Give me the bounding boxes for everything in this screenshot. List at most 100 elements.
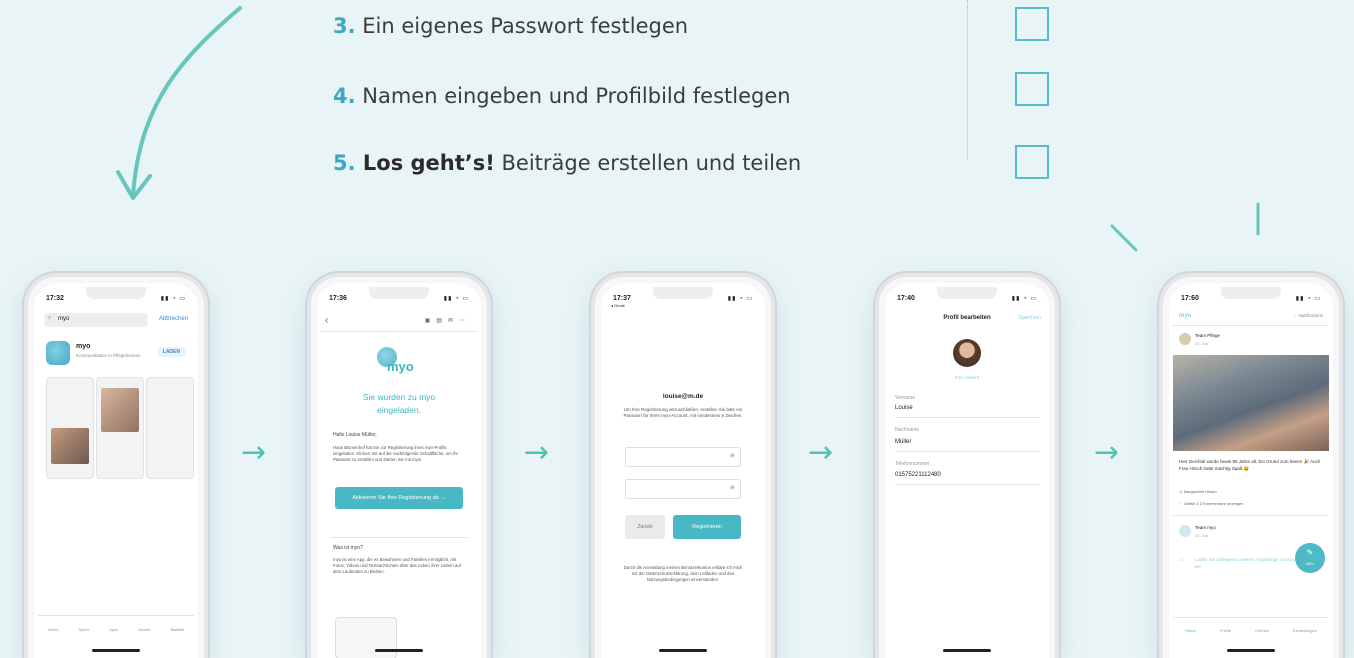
change-photo-link[interactable]: Foto ändern (889, 375, 1045, 380)
divider (331, 537, 467, 538)
tab-arcade[interactable]: Arcade (138, 627, 151, 632)
likes-text: Gefällt 3 2 Kommentare anzeigen (1183, 501, 1244, 506)
status-time: 17:37 (613, 295, 631, 302)
divider (321, 331, 477, 332)
what-body: myo ist eine App, die es Bewohnern und F… (333, 557, 461, 574)
firstname-field[interactable]: Louise (895, 405, 913, 411)
phone-field[interactable]: 01575221112480 (895, 472, 941, 478)
status-icons: ▮▮ ◔ ▭ (727, 296, 753, 302)
tab-settings[interactable]: Einstellungen (1293, 628, 1317, 633)
status-icons: ▮▮ ◔ ▭ (160, 296, 186, 302)
phone-label: Telefonnummer (895, 461, 930, 467)
checkbox-step-5[interactable] (1015, 145, 1049, 179)
sparkle-lines-icon (1110, 202, 1260, 252)
status-icons: ▮▮ ◔ ▭ (443, 296, 469, 302)
step-4: 4. Namen eingeben und Profilbild festleg… (333, 84, 791, 108)
phone-feed: 17:60 ▮▮ ◔ ▭ myo ♢ Notifications Team Pf… (1163, 277, 1339, 658)
greeting: Hallo Louise Müller, (333, 432, 377, 438)
invite-text: Laden Sie unbegrenzt weitere Angehörige … (1195, 557, 1295, 569)
lastname-field[interactable]: Müller (895, 439, 911, 445)
arrow-right-icon: → (808, 435, 834, 470)
register-button[interactable]: Registrieren (673, 515, 741, 539)
tab-profile[interactable]: Profile (1220, 628, 1231, 633)
tab-home[interactable]: Home (1185, 628, 1196, 633)
search-input[interactable]: ⌕ myo (44, 313, 148, 327)
home-indicator (943, 649, 991, 652)
invite-body: Haus Blumenhof hat Sie zur Registrierung… (333, 445, 458, 462)
divider (895, 484, 1039, 485)
step-emphasis: Los geht’s! (355, 151, 495, 175)
legal-text: Durch die Anmeldung meines Benutzerkonto… (623, 565, 743, 582)
home-indicator (375, 649, 423, 652)
new-label: NEU (1305, 561, 1315, 566)
arrow-right-icon: → (1094, 435, 1120, 470)
arrow-right-icon: → (241, 435, 267, 470)
status-icons: ▮▮ ◔ ▭ (1011, 296, 1037, 302)
phone-password: 17:37 ◂ Gmail ▮▮ ◔ ▭ louise@m.de Um Ihre… (595, 277, 771, 658)
notifications-label: Notifications (1298, 313, 1323, 318)
back-to-gmail[interactable]: ◂ Gmail (611, 303, 625, 308)
checkbox-step-4[interactable] (1015, 72, 1049, 106)
back-icon[interactable]: ‹ (325, 315, 328, 326)
post-date: 20. Juli (1195, 533, 1208, 538)
toolbar-icons[interactable]: ▣▤✉⋯ (425, 317, 471, 324)
status-time: 17:40 (897, 295, 915, 302)
invite-heading: Sie wurden zu myo eingeladen. (362, 392, 436, 415)
tab-bar: Heute Spiele Apps Arcade Suchen (38, 615, 194, 642)
status-time: 17:32 (46, 295, 64, 302)
phone-app-store: 17:32 ▮▮ ◔ ▭ ⌕ myo Abbrechen myo Kommuni… (28, 277, 204, 658)
what-heading: Was ist myo? (333, 545, 363, 551)
app-name: myo (76, 343, 91, 350)
myo-logo-text: myo (1179, 313, 1192, 319)
password-confirm-field[interactable]: ◉ (625, 479, 741, 499)
cancel-link[interactable]: Abbrechen (159, 316, 188, 322)
checkbox-step-3[interactable] (1015, 7, 1049, 41)
phone-profile-edit: 17:40 ▮▮ ◔ ▭ Profil bearbeiten Speichern… (879, 277, 1055, 658)
invite-banner[interactable]: ☺ Laden Sie unbegrenzt weitere Angehörige… (1179, 557, 1299, 570)
tab-services[interactable]: Dienste (1255, 628, 1269, 633)
phone-email-invite: 17:36 ▮▮ ◔ ▭ ‹ ▣▤✉⋯ myo Sie wurden zu my… (311, 277, 487, 658)
notifications-link[interactable]: ♢ Notifications (1293, 313, 1323, 319)
pencil-icon: ✎ (1306, 548, 1314, 557)
post-text: Herr Deichtal wurde heute 95 Jahre alt. … (1179, 459, 1321, 471)
phone-notch (653, 287, 713, 299)
activate-button[interactable]: Aktivieren Sie Ihre Registrierung ab → (335, 487, 463, 509)
person-icon: ♙ (1179, 489, 1183, 494)
get-button[interactable]: LADEN (156, 347, 186, 357)
home-indicator (659, 649, 707, 652)
divider (895, 451, 1039, 452)
screenshot-3 (146, 377, 194, 479)
tab-today[interactable]: Heute (48, 627, 59, 632)
lastname-label: Nachname (895, 427, 920, 433)
tab-search[interactable]: Suchen (171, 627, 185, 632)
back-button[interactable]: Zurück (625, 515, 665, 539)
search-icon: ⌕ (48, 315, 52, 321)
instructions: Um Ihre Registrierung abzuschließen, ers… (623, 407, 743, 418)
status-time: 17:60 (1181, 295, 1199, 302)
status-time: 17:36 (329, 295, 347, 302)
eye-icon[interactable]: ◉ (730, 484, 735, 491)
divider (1173, 325, 1329, 326)
screenshot-2 (96, 377, 144, 479)
status-icons: ▮▮ ◔ ▭ (1295, 296, 1321, 302)
likes-comments[interactable]: ♡ Gefällt 3 2 Kommentare anzeigen (1179, 501, 1243, 506)
tab-apps[interactable]: Apps (109, 627, 118, 632)
tagged-name: Margarethe Hirsch (1183, 489, 1217, 494)
step-number: 5. (333, 151, 356, 175)
save-button[interactable]: Speichern (1018, 315, 1041, 321)
post-photo (1173, 355, 1329, 451)
new-post-button[interactable]: ✎ NEU (1295, 543, 1325, 573)
app-icon (46, 341, 70, 365)
eye-icon[interactable]: ◉ (730, 452, 735, 459)
phone-notch (369, 287, 429, 299)
avatar (1179, 333, 1191, 345)
tab-games[interactable]: Spiele (78, 627, 89, 632)
password-field[interactable]: ◉ (625, 447, 741, 467)
tab-bar: Home Profile Dienste Einstellungen (1173, 617, 1329, 642)
account-email: louise@m.de (662, 393, 704, 400)
divider (1173, 515, 1329, 516)
tagged-person: ♙ Margarethe Hirsch (1179, 489, 1217, 494)
step-text: Namen eingeben und Profilbild festlegen (355, 84, 791, 108)
avatar (1179, 525, 1191, 537)
phone-notch (937, 287, 997, 299)
